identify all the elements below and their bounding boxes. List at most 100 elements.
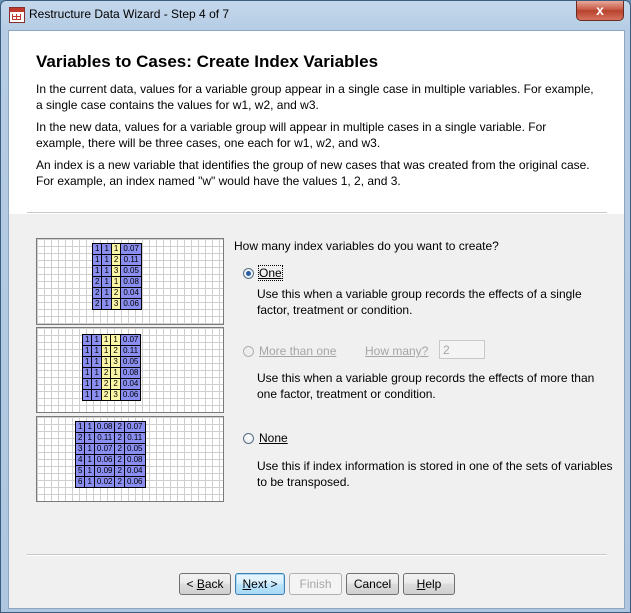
illustration-row: 5 1 0.09 2 0.04 — [74, 465, 146, 477]
header-divider — [27, 212, 607, 214]
illustration-row: 2 1 3 0.06 — [91, 298, 142, 310]
illustration-cell: 0.05 — [119, 356, 142, 368]
description-current-data: In the current data, values for a variab… — [36, 82, 594, 112]
illustration-cell: 1 — [84, 454, 95, 466]
illustration-cell: 1 — [84, 432, 95, 444]
how-many-label: How many? — [365, 344, 429, 358]
illustration-no-index: 1 1 0.08 2 0.07 2 1 0.11 2 0.11 3 1 0.07 2 0.05 4 1 0.06 2… — [36, 416, 224, 502]
illustration-cell: 2 — [91, 276, 103, 288]
illustration-row: 4 1 0.06 2 0.08 — [74, 454, 146, 466]
illustration-cell: 1 — [91, 367, 102, 379]
illustration-cell: 1 — [101, 298, 112, 310]
illustration-cell: 1 — [101, 265, 112, 277]
illustration-cell: 1 — [100, 356, 112, 368]
how-many-input[interactable]: 2 — [439, 340, 485, 359]
close-button[interactable]: x — [576, 1, 624, 21]
illustration-cell: 0.07 — [93, 443, 116, 455]
illustration-cell: 2 — [100, 367, 112, 379]
illustration-cell: 2 — [110, 345, 121, 357]
illustration-one-index: 1 1 1 0.07 1 1 2 0.11 1 1 3 0.05 2 1 1 0.08 2 1 2 0.04 2 1 3 0.… — [36, 238, 224, 325]
illustration-row: 1 1 2 3 0.06 — [81, 389, 142, 401]
illustration-cell: 1 — [74, 421, 86, 433]
illustration-cell: 2 — [114, 465, 125, 477]
illustration-cell: 2 — [74, 432, 86, 444]
illustration-cell: 2 — [114, 476, 125, 488]
title-bar[interactable]: Restructure Data Wizard - Step 4 of 7 x — [1, 1, 630, 29]
illustration-cell: 0.07 — [119, 334, 142, 346]
illustration-cell: 0.09 — [93, 465, 116, 477]
illustration-row: 6 1 0.02 2 0.06 — [74, 476, 146, 488]
next-button[interactable]: Next > — [235, 573, 285, 595]
illustration-cell: 2 — [110, 254, 122, 266]
illustration-cell: 0.06 — [93, 454, 116, 466]
illustration-cell: 1 — [91, 356, 102, 368]
illustration-cell: 0.11 — [119, 345, 142, 357]
radio-more-than-one-label[interactable]: More than one — [259, 344, 336, 358]
illustration-row: 2 1 2 0.04 — [91, 287, 142, 299]
illustration-cell: 0.08 — [123, 454, 146, 466]
footer-divider — [27, 554, 607, 556]
illustration-cell: 2 — [114, 421, 125, 433]
illustration-cell: 3 — [110, 265, 122, 277]
illustration-cell: 1 — [101, 287, 112, 299]
window-title: Restructure Data Wizard - Step 4 of 7 — [29, 7, 230, 21]
illustration-cell: 3 — [74, 443, 86, 455]
illustration-cell: 1 — [81, 334, 93, 346]
finish-button[interactable]: Finish — [289, 573, 342, 595]
illustration-cell: 1 — [81, 367, 93, 379]
illustration-cell: 1 — [81, 356, 93, 368]
illustration-cell: 1 — [101, 276, 112, 288]
illustration-cell: 0.04 — [119, 378, 142, 390]
cancel-button[interactable]: Cancel — [346, 573, 399, 595]
illustration-row: 1 1 1 3 0.05 — [81, 356, 142, 368]
description-index: An index is a new variable that identifi… — [36, 158, 590, 188]
illustration-cell: 1 — [91, 254, 103, 266]
illustration-row: 1 1 3 0.05 — [91, 265, 142, 277]
radio-none-description: Use this if index information is stored … — [257, 459, 613, 489]
illustration-cell: 0.08 — [93, 421, 116, 433]
illustration-row: 2 1 0.11 2 0.11 — [74, 432, 146, 444]
illustration-cell: 1 — [84, 421, 95, 433]
illustration-cell: 0.04 — [120, 287, 142, 299]
illustration-cell: 2 — [100, 378, 112, 390]
illustration-row: 1 1 2 1 0.08 — [81, 367, 142, 379]
illustration-cell: 1 — [110, 243, 122, 255]
illustration-cell: 0.05 — [123, 443, 146, 455]
help-button[interactable]: Help — [403, 573, 455, 595]
illustration-cell: 2 — [91, 287, 103, 299]
illustration-cell: 6 — [74, 476, 86, 488]
illustration-cell: 2 — [110, 287, 122, 299]
illustration-cell: 1 — [91, 389, 102, 401]
illustration-cell: 2 — [114, 443, 125, 455]
illustration-cell: 1 — [91, 345, 102, 357]
illustration-cell: 0.04 — [123, 465, 146, 477]
illustration-cell: 1 — [101, 243, 112, 255]
illustration-cell: 1 — [101, 254, 112, 266]
illustration-cell: 0.05 — [120, 265, 142, 277]
radio-none[interactable] — [243, 433, 254, 444]
header-panel: Variables to Cases: Create Index Variabl… — [9, 31, 624, 214]
illustration-row: 1 1 1 2 0.11 — [81, 345, 142, 357]
illustration-row: 1 1 0.08 2 0.07 — [74, 421, 146, 433]
illustration-cell: 0.02 — [93, 476, 116, 488]
illustration-cell: 1 — [110, 367, 121, 379]
back-button[interactable]: < Back — [179, 573, 231, 595]
illustration-cell: 1 — [100, 345, 112, 357]
radio-more-than-one[interactable] — [243, 346, 254, 357]
illustration-cell: 0.08 — [120, 276, 142, 288]
dialog-body: Variables to Cases: Create Index Variabl… — [8, 30, 625, 609]
radio-one-description: Use this when a variable group records t… — [257, 287, 582, 317]
illustration-cell: 2 — [114, 432, 125, 444]
illustration-table: 1 1 1 1 0.07 1 1 1 2 0.11 1 1 1 3 0.05 1 1 2 1 0.08 1 1 2 2 0.04… — [81, 334, 142, 401]
spss-app-icon — [9, 7, 25, 23]
radio-none-label[interactable]: None — [259, 431, 288, 445]
radio-one[interactable] — [243, 268, 254, 279]
illustration-cell: 0.06 — [120, 298, 142, 310]
illustration-cell: 1 — [81, 389, 93, 401]
illustration-cell: 4 — [74, 454, 86, 466]
illustration-cell: 1 — [100, 334, 112, 346]
radio-one-label[interactable]: One — [258, 265, 283, 281]
illustration-cell: 0.11 — [93, 432, 116, 444]
radio-more-than-one-description: Use this when a variable group records t… — [257, 371, 595, 401]
illustration-cell: 0.08 — [119, 367, 142, 379]
